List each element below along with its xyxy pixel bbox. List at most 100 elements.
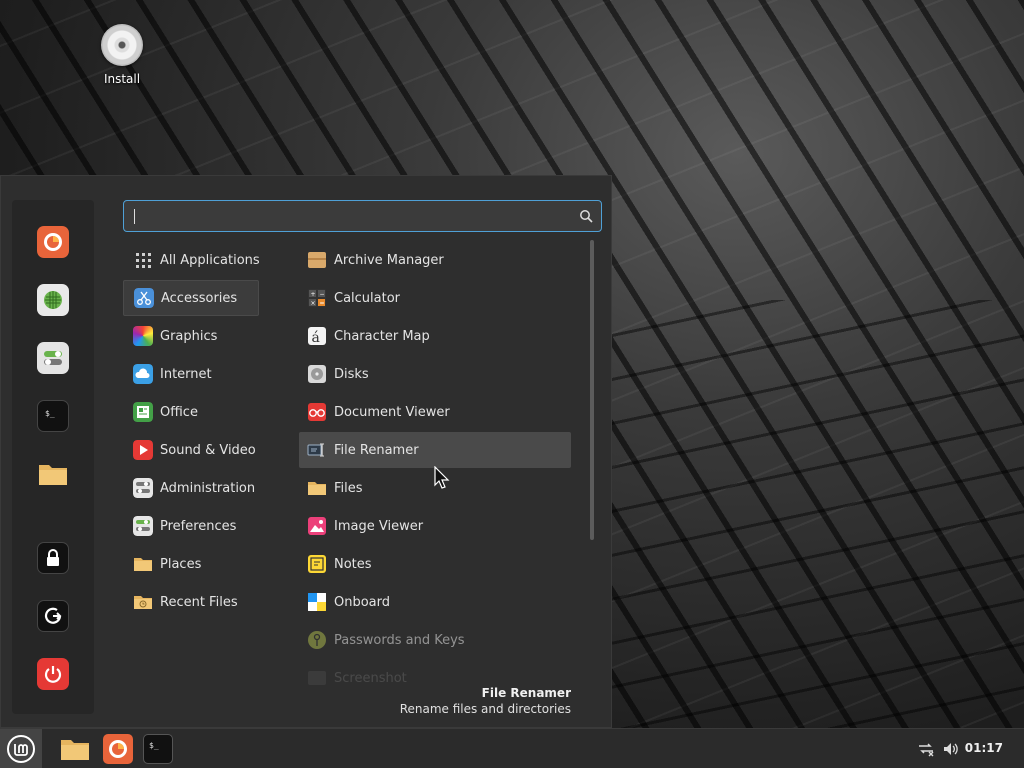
app-file-renamer[interactable]: File Renamer (299, 432, 571, 468)
app-label: File Renamer (334, 442, 419, 458)
preferences-icon (133, 516, 153, 536)
favorite-settings[interactable] (37, 342, 69, 374)
category-administration[interactable]: Administration (123, 470, 259, 506)
disks-icon (308, 365, 326, 383)
software-manager-icon (44, 291, 62, 309)
category-label: Accessories (161, 290, 238, 306)
panel-app-firefox[interactable] (103, 734, 133, 764)
category-office[interactable]: Office (123, 394, 259, 430)
favorite-software-manager[interactable] (37, 284, 69, 316)
favorite-logout[interactable] (37, 600, 69, 632)
menu-button[interactable] (0, 729, 42, 768)
app-disks[interactable]: Disks (299, 356, 571, 392)
category-label: Places (160, 556, 202, 572)
category-preferences[interactable]: Preferences (123, 508, 259, 544)
favorite-terminal[interactable]: $_ (37, 400, 69, 432)
image-viewer-icon (308, 517, 326, 535)
mint-logo-icon (7, 735, 35, 763)
admin-icon (133, 478, 153, 498)
favorite-lock-screen[interactable] (37, 542, 69, 574)
svg-text:á: á (312, 330, 320, 346)
terminal-icon: $_ (149, 741, 159, 750)
grid-icon (136, 253, 151, 268)
play-icon (133, 440, 153, 460)
terminal-icon: $_ (45, 409, 55, 418)
app-screenshot[interactable]: Screenshot (299, 660, 571, 688)
cloud-icon (133, 364, 153, 384)
app-calculator[interactable]: + − × = Calculator (299, 280, 571, 316)
clock[interactable]: 01:17 (965, 741, 1003, 755)
category-accessories[interactable]: Accessories (123, 280, 259, 316)
search-box[interactable] (123, 200, 602, 232)
wallpaper-pattern (610, 300, 1024, 730)
category-sound-video[interactable]: Sound & Video (123, 432, 259, 468)
app-label: Character Map (334, 328, 430, 344)
category-label: Graphics (160, 328, 218, 344)
svg-text:−: − (320, 291, 325, 298)
category-label: Administration (160, 480, 256, 496)
favorite-firefox[interactable] (37, 226, 69, 258)
app-character-map[interactable]: á Character Map (299, 318, 571, 354)
search-input[interactable] (130, 206, 570, 226)
panel-app-files[interactable] (60, 734, 90, 764)
volume-icon[interactable] (942, 740, 960, 758)
category-label: Internet (160, 366, 212, 382)
archive-icon (308, 252, 326, 268)
favorites-sidebar: $_ (12, 200, 94, 714)
disc-icon (101, 24, 143, 66)
toggles-icon (44, 351, 62, 365)
svg-text:+: + (311, 291, 316, 298)
app-label: Archive Manager (334, 252, 444, 268)
folder-icon (61, 740, 89, 760)
app-label: Onboard (334, 594, 391, 610)
category-label: Office (160, 404, 198, 420)
app-label: Notes (334, 556, 372, 572)
bottom-panel: $_ 01:17 (0, 728, 1024, 768)
app-notes[interactable]: Notes (299, 546, 571, 582)
app-label: Document Viewer (334, 404, 450, 420)
app-label: Passwords and Keys (334, 632, 465, 648)
panel-app-terminal[interactable]: $_ (143, 734, 173, 764)
folder-icon (308, 482, 326, 495)
app-list-scrollbar[interactable] (590, 240, 594, 540)
recent-folder-icon (134, 596, 152, 609)
category-all-applications[interactable]: All Applications (123, 242, 260, 278)
svg-text:$_: $_ (45, 409, 55, 418)
firefox-icon (109, 740, 127, 758)
app-label: Calculator (334, 290, 401, 306)
app-image-viewer[interactable]: Image Viewer (299, 508, 571, 544)
onboard-icon (308, 593, 326, 611)
logout-icon (44, 607, 62, 624)
mouse-cursor-icon (434, 466, 450, 489)
glasses-icon (308, 403, 326, 421)
desktop-icon-label: Install (103, 72, 141, 86)
app-passwords-and-keys[interactable]: Passwords and Keys (299, 622, 571, 658)
calculator-icon: + − × = (308, 289, 326, 307)
firefox-icon (44, 233, 62, 251)
favorite-files[interactable] (37, 458, 69, 490)
app-label: Disks (334, 366, 369, 382)
scissors-icon (134, 288, 154, 308)
selected-app-description: Rename files and directories (399, 702, 571, 716)
app-label: Files (334, 480, 363, 496)
category-graphics[interactable]: Graphics (123, 318, 259, 354)
search-icon[interactable] (579, 209, 593, 223)
power-icon (44, 666, 62, 683)
desktop-icon-install[interactable]: Install (92, 24, 152, 86)
app-archive-manager[interactable]: Archive Manager (299, 242, 571, 278)
category-label: Recent Files (160, 594, 238, 610)
network-disconnected-icon[interactable] (917, 740, 935, 758)
category-label: Preferences (160, 518, 237, 534)
folder-icon (39, 465, 67, 485)
category-places[interactable]: Places (123, 546, 259, 582)
svg-text:×: × (311, 300, 316, 307)
category-list: All Applications Accessories Graphics In… (123, 242, 260, 622)
favorite-shutdown[interactable] (37, 658, 69, 690)
app-onboard[interactable]: Onboard (299, 584, 571, 620)
keys-icon (308, 631, 326, 649)
category-recent-files[interactable]: Recent Files (123, 584, 259, 620)
svg-text:=: = (320, 300, 325, 307)
app-document-viewer[interactable]: Document Viewer (299, 394, 571, 430)
screenshot-icon (308, 671, 326, 685)
category-internet[interactable]: Internet (123, 356, 259, 392)
